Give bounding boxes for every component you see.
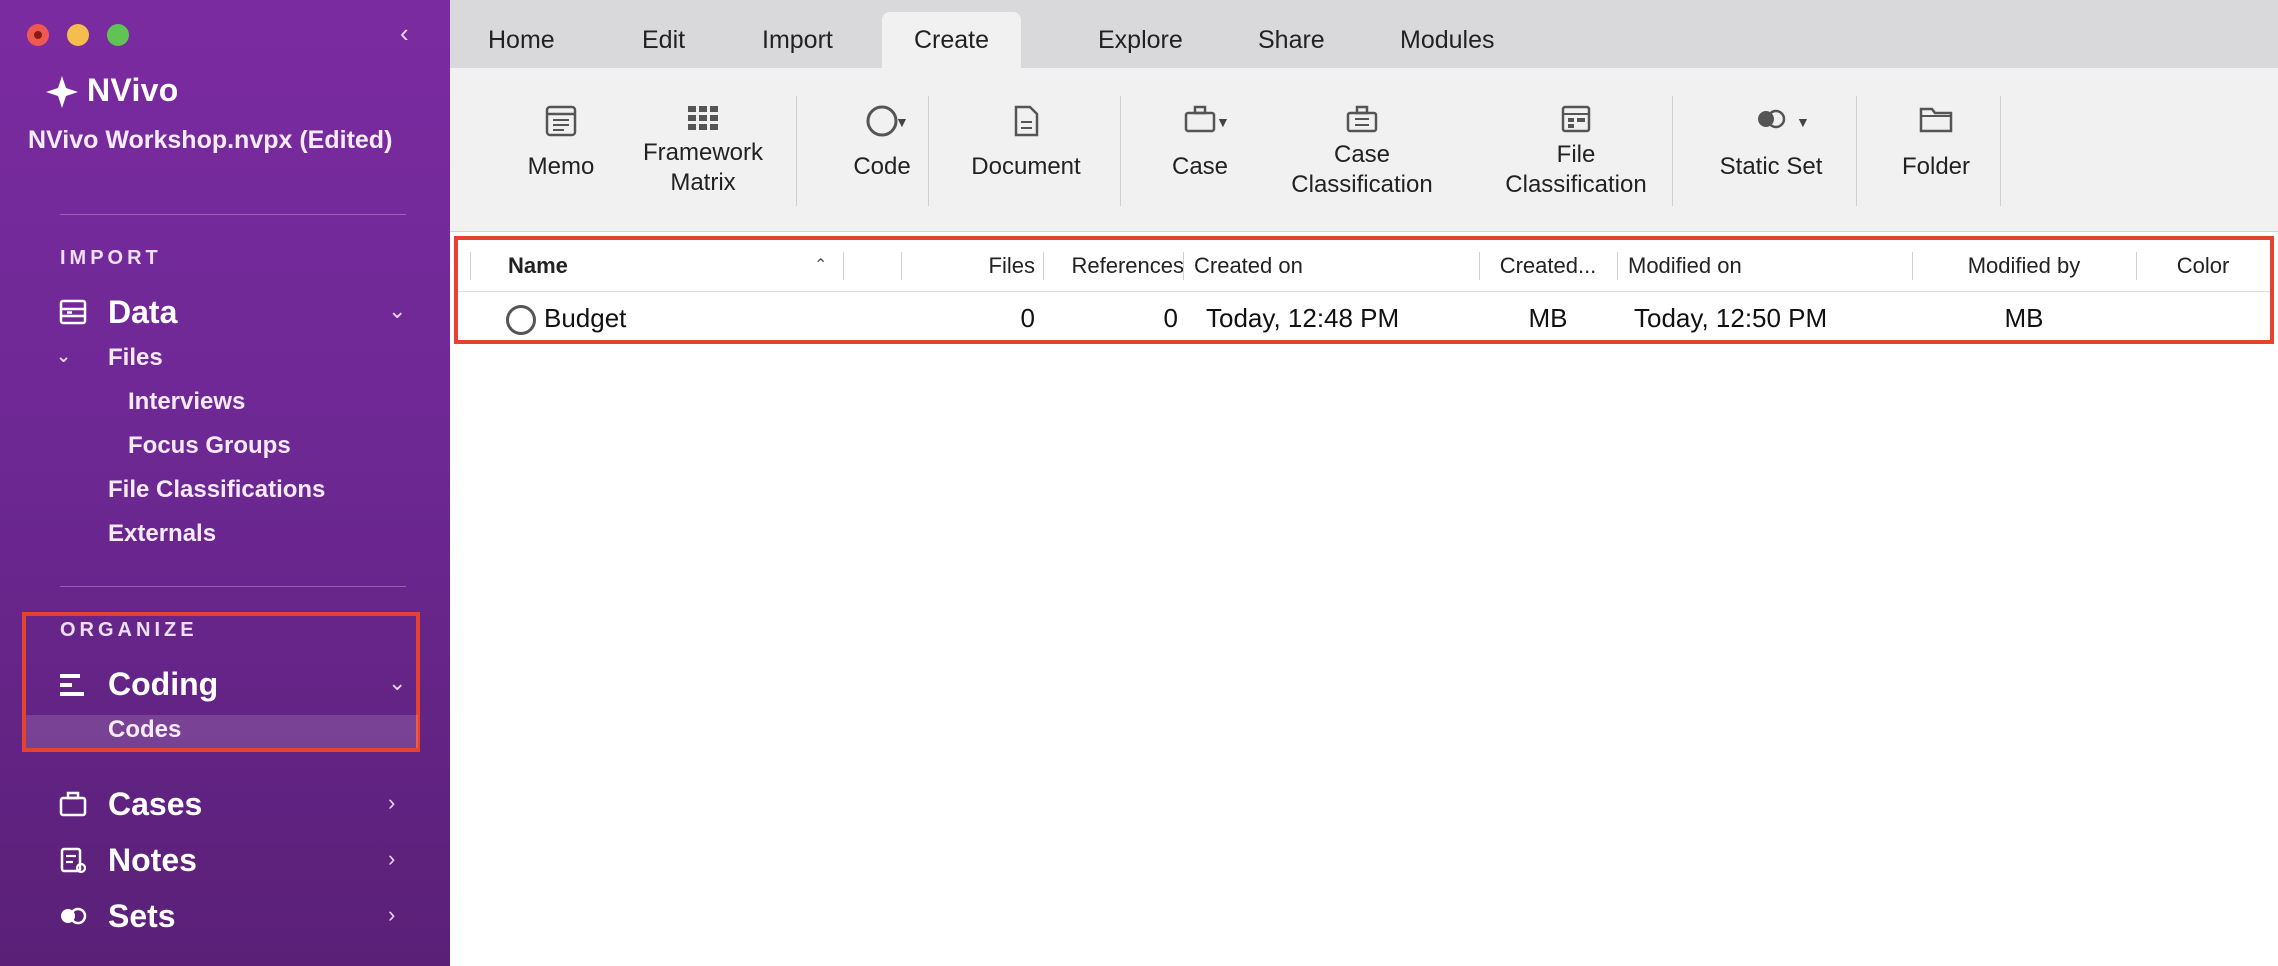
section-label-organize: ORGANIZE [60,619,198,641]
notes-icon [60,847,87,874]
folder-button[interactable]: Folder [1874,104,1998,182]
ribbon-separator [1856,96,1857,206]
column-header-name[interactable]: Name [508,240,568,292]
code-button[interactable]: Code [818,104,946,182]
column-header-modified-by[interactable]: Modified by [1912,240,2136,292]
chevron-down-icon[interactable]: ⌄ [388,298,406,324]
folder-icon [1919,107,1953,133]
tab-share[interactable]: Share [1226,12,1357,68]
database-icon [59,299,87,325]
file-classification-button[interactable]: File Classification [1486,104,1666,200]
column-header-modified-on[interactable]: Modified on [1628,240,1742,292]
sidebar-divider [60,586,406,587]
sidebar-item-focus-groups[interactable]: Focus Groups [128,432,291,460]
tab-create[interactable]: Create [882,12,1022,68]
cell-created-by: MB [1528,303,1568,333]
column-header-color[interactable]: Color [2136,240,2270,292]
tab-import[interactable]: Import [730,12,865,68]
chevron-down-icon[interactable]: ⌄ [56,346,71,367]
sidebar-item-codes[interactable]: Codes [108,716,181,744]
chevron-right-icon[interactable]: › [388,846,395,872]
ribbon-separator [1120,96,1121,206]
sidebar-item-cases[interactable]: Cases [108,786,202,823]
briefcase-icon [1184,105,1216,133]
document-button[interactable]: Document [956,104,1096,182]
ribbon-separator [1672,96,1673,206]
cell-created-on: Today, 12:48 PM [1206,303,1400,333]
cell-files: 0 [1020,303,1035,333]
close-window-button[interactable] [27,24,49,46]
sidebar-item-files[interactable]: Files [108,344,163,372]
memo-button[interactable]: Memo [506,104,616,182]
sidebar-item-externals[interactable]: Externals [108,520,216,548]
project-name: NVivo Workshop.nvpx (Edited) [28,126,393,154]
nvivo-logo-icon [46,76,78,108]
tab-modules[interactable]: Modules [1368,12,1527,68]
zoom-window-button[interactable] [107,24,129,46]
sidebar-item-sets[interactable]: Sets [108,898,176,935]
sidebar-item-data[interactable]: Data [108,294,177,331]
ribbon-separator [928,96,929,206]
code-dropdown-arrow-icon[interactable]: ▼ [895,114,909,130]
file-classification-icon [1561,105,1591,133]
briefcase-icon [59,791,87,817]
sidebar-divider [60,214,406,215]
case-dropdown-arrow-icon[interactable]: ▼ [1216,114,1230,130]
static-set-icon [1758,109,1786,129]
sort-ascending-icon[interactable]: ⌃ [814,240,827,292]
sidebar-item-interviews[interactable]: Interviews [128,388,245,416]
framework-matrix-button[interactable]: Framework Matrix [630,104,776,198]
sidebar-item-file-classifications[interactable]: File Classifications [108,476,325,504]
column-header-created-on[interactable]: Created on [1194,240,1303,292]
memo-icon [545,105,577,137]
tab-edit[interactable]: Edit [610,12,717,68]
ribbon-toolbar: Memo Framework Matrix Code ▼ Document Ca… [450,68,2278,232]
sets-icon [61,907,87,925]
sidebar-item-notes[interactable]: Notes [108,842,197,879]
minimize-window-button[interactable] [67,24,89,46]
static-set-button[interactable]: Static Set [1696,104,1846,182]
codes-table: Name ⌃ Files References Created on Creat… [454,236,2274,344]
chevron-right-icon[interactable]: › [388,790,395,816]
cell-modified-by: MB [2004,303,2044,333]
tab-explore[interactable]: Explore [1066,12,1215,68]
code-circle-icon [506,305,536,335]
ribbon-separator [2000,96,2001,206]
coding-icon [60,674,84,696]
case-classification-button[interactable]: Case Classification [1272,104,1452,200]
cell-color [2136,292,2270,344]
sidebar-item-coding[interactable]: Coding [108,666,218,703]
chevron-right-icon[interactable]: › [388,902,395,928]
app-name: NVivo [87,72,179,108]
sidebar-item-codes-selected[interactable] [26,715,418,748]
document-icon [1014,105,1039,137]
chevron-down-icon[interactable]: ⌄ [388,670,406,696]
cell-modified-on: Today, 12:50 PM [1634,303,1828,333]
column-header-files[interactable]: Files [901,240,1035,292]
case-classification-icon [1346,105,1378,133]
code-circle-icon [866,105,898,137]
main-area: Home Edit Import Create Explore Share Mo… [450,0,2278,966]
tab-home[interactable]: Home [456,12,587,68]
table-header: Name ⌃ Files References Created on Creat… [458,240,2270,292]
static-set-dropdown-arrow-icon[interactable]: ▼ [1796,114,1810,130]
cell-name[interactable]: Budget [544,292,626,344]
column-header-references[interactable]: References [1044,240,1184,292]
table-row[interactable]: Budget 0 0 Today, 12:48 PM MB Today, 12:… [458,292,2270,344]
ribbon-tab-bar: Home Edit Import Create Explore Share Mo… [450,0,2278,68]
ribbon-separator [796,96,797,206]
cell-references: 0 [1163,303,1178,333]
matrix-grid-icon [688,106,718,130]
section-label-import: IMPORT [60,247,162,269]
case-button[interactable]: Case [1140,104,1260,182]
collapse-sidebar-icon[interactable]: ‹ [400,18,409,49]
sidebar: ‹ NVivo NVivo Workshop.nvpx (Edited) IMP… [0,0,450,966]
column-header-created-by[interactable]: Created... [1479,240,1617,292]
